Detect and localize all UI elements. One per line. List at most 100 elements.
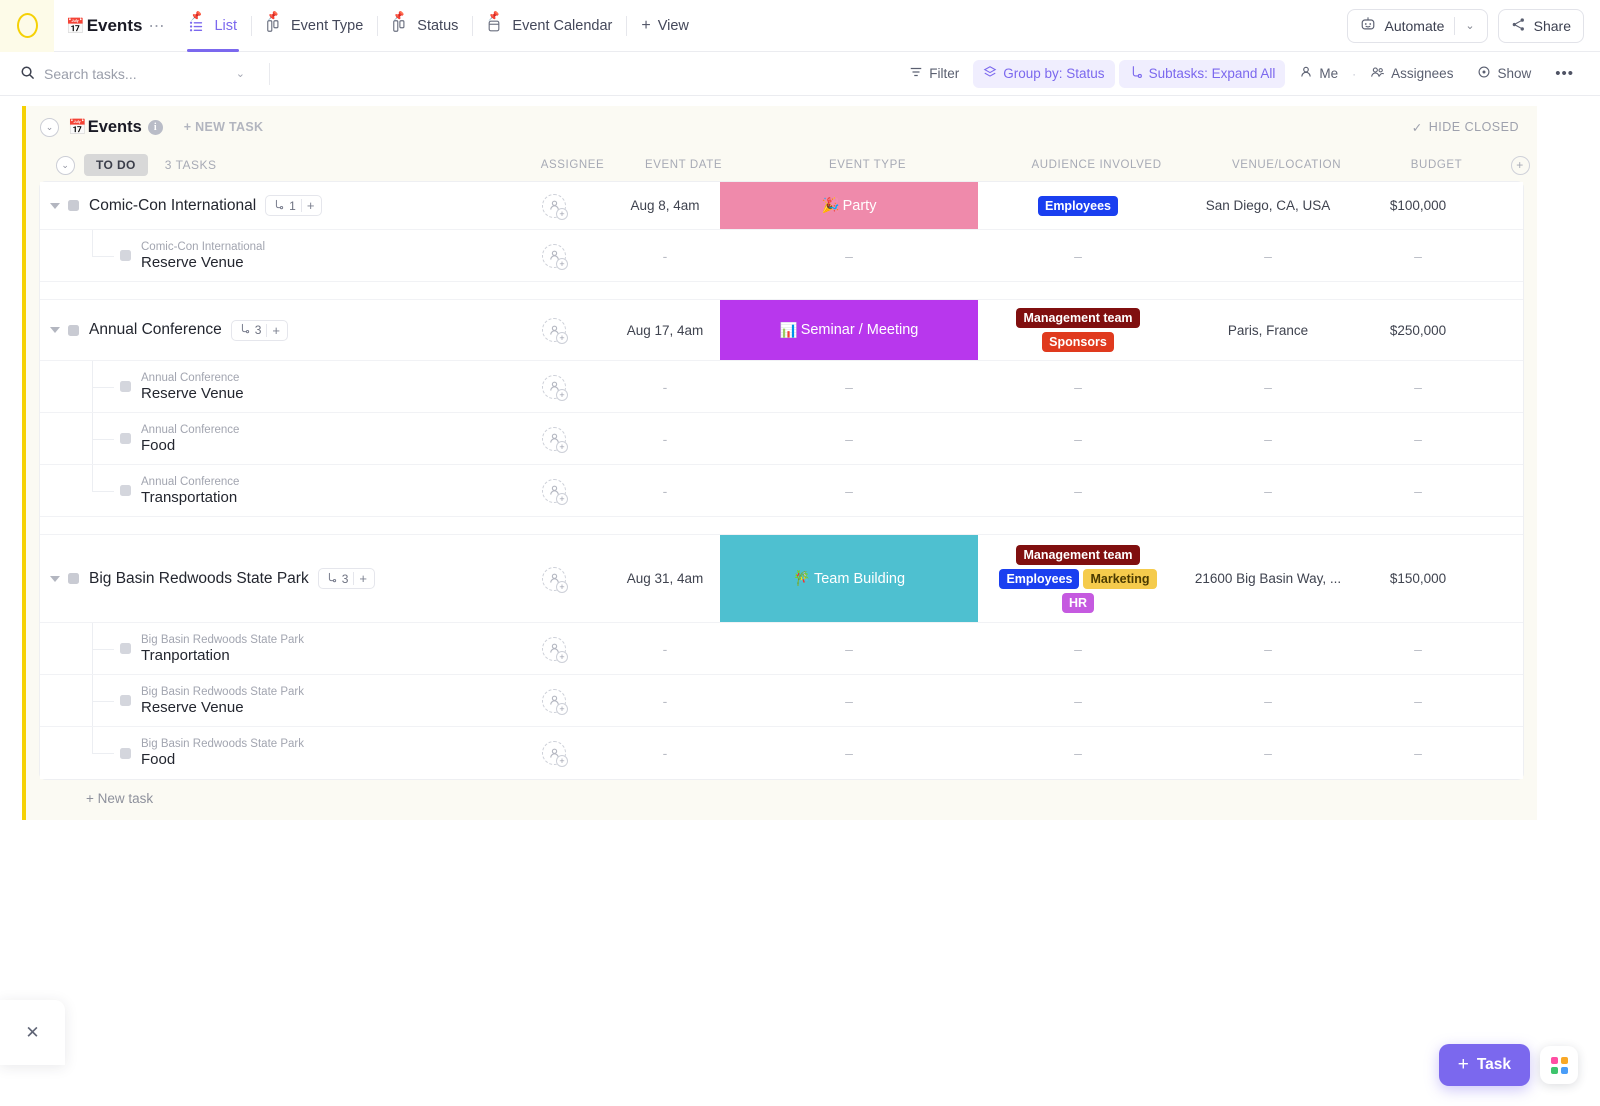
column-header-event-type[interactable]: EVENT TYPE <box>739 159 997 171</box>
event-type-cell[interactable]: – <box>720 230 978 281</box>
venue-cell[interactable]: – <box>1178 675 1358 726</box>
event-date-cell[interactable]: - <box>610 727 720 779</box>
subtasks-button[interactable]: Subtasks: Expand All <box>1118 59 1286 88</box>
new-task-header-button[interactable]: + NEW TASK <box>184 120 264 134</box>
event-type-cell[interactable]: – <box>720 465 978 516</box>
task-checkbox[interactable] <box>68 324 79 336</box>
event-date-cell[interactable]: - <box>610 230 720 281</box>
column-header-assignee[interactable]: ASSIGNEE <box>517 159 629 171</box>
audience-cell[interactable]: – <box>978 675 1178 726</box>
show-button[interactable]: Show <box>1467 60 1541 88</box>
more-options-button[interactable]: ••• <box>1545 60 1584 88</box>
subtask-name-cell[interactable]: Big Basin Redwoods State Park Reserve Ve… <box>40 675 498 726</box>
table-row[interactable]: Big Basin Redwoods State Park 3 + + Aug … <box>40 535 1523 623</box>
info-icon[interactable]: i <box>147 119 163 135</box>
add-assignee-icon[interactable]: + <box>542 688 568 715</box>
expand-caret-icon[interactable] <box>50 202 60 209</box>
budget-cell[interactable]: – <box>1358 361 1478 412</box>
audience-cell[interactable]: – <box>978 465 1178 516</box>
create-task-button[interactable]: + Task <box>1438 1044 1530 1086</box>
assignee-cell[interactable]: + <box>498 535 610 622</box>
subtask-count-badge[interactable]: 3 + <box>230 319 288 341</box>
close-icon[interactable]: ✕ <box>25 1023 39 1043</box>
audience-tag[interactable]: Marketing <box>1083 568 1157 589</box>
table-row[interactable]: Annual Conference Food + - – – – – <box>40 413 1523 465</box>
assignee-cell[interactable]: + <box>498 182 610 229</box>
add-view-button[interactable]: + View <box>627 0 703 52</box>
audience-tag[interactable]: HR <box>1061 592 1095 613</box>
new-task-footer-button[interactable]: + New task <box>26 779 1537 806</box>
add-assignee-icon[interactable]: + <box>542 478 568 505</box>
table-row[interactable]: Comic-Con International 1 + + Aug 8, 4am… <box>40 182 1523 230</box>
add-assignee-icon[interactable]: + <box>542 636 568 663</box>
apps-grid-button[interactable] <box>1540 1046 1578 1084</box>
subtask-checkbox[interactable] <box>120 433 131 444</box>
budget-cell[interactable]: – <box>1358 675 1478 726</box>
task-checkbox[interactable] <box>68 573 79 584</box>
add-subtask-icon[interactable]: + <box>272 323 280 338</box>
subtask-name-cell[interactable]: Big Basin Redwoods State Park Tranportat… <box>40 623 498 674</box>
assignee-cell[interactable]: + <box>498 300 610 360</box>
audience-tag[interactable]: Management team <box>1016 308 1140 328</box>
task-name-cell[interactable]: Annual Conference 3 + <box>40 300 498 360</box>
budget-cell[interactable]: – <box>1358 413 1478 464</box>
subtask-name-cell[interactable]: Annual Conference Food <box>40 413 498 464</box>
add-assignee-icon[interactable]: + <box>542 193 568 220</box>
tab-status[interactable]: 📌 Status <box>378 0 472 52</box>
table-row[interactable]: Big Basin Redwoods State Park Tranportat… <box>40 623 1523 675</box>
automate-button[interactable]: Automate ⌄ <box>1347 8 1488 43</box>
event-date-cell[interactable]: Aug 8, 4am <box>610 182 720 229</box>
venue-cell[interactable]: – <box>1178 413 1358 464</box>
subtask-checkbox[interactable] <box>120 747 131 759</box>
subtask-name-cell[interactable]: Annual Conference Reserve Venue <box>40 361 498 412</box>
audience-cell[interactable]: – <box>978 230 1178 281</box>
subtask-checkbox[interactable] <box>120 695 131 706</box>
task-checkbox[interactable] <box>68 200 79 211</box>
column-header-budget[interactable]: BUDGET <box>1377 159 1497 171</box>
share-button[interactable]: Share <box>1497 8 1584 43</box>
venue-cell[interactable]: 21600 Big Basin Way, ... <box>1178 535 1358 622</box>
audience-tag[interactable]: Employees <box>1037 195 1118 216</box>
venue-cell[interactable]: – <box>1178 465 1358 516</box>
collapse-list-icon[interactable]: ⌄ <box>40 117 59 137</box>
space-title[interactable]: 📅 Events <box>66 16 142 36</box>
chevron-down-icon[interactable]: ⌄ <box>1465 19 1474 32</box>
event-date-cell[interactable]: - <box>610 623 720 674</box>
event-date-cell[interactable]: - <box>610 413 720 464</box>
venue-cell[interactable]: – <box>1178 623 1358 674</box>
budget-cell[interactable]: – <box>1358 623 1478 674</box>
audience-cell[interactable]: Management team Sponsors <box>978 300 1178 360</box>
tab-event-type[interactable]: 📌 Event Type <box>252 0 377 52</box>
expand-caret-icon[interactable] <box>50 575 60 582</box>
audience-cell[interactable]: Management team Employees Marketing HR <box>978 535 1178 622</box>
add-assignee-icon[interactable]: + <box>542 243 568 270</box>
event-type-cell[interactable]: – <box>720 413 978 464</box>
assignee-cell[interactable]: + <box>498 623 610 674</box>
event-date-cell[interactable]: - <box>610 465 720 516</box>
event-date-cell[interactable]: - <box>610 675 720 726</box>
add-assignee-icon[interactable]: + <box>542 374 568 401</box>
budget-cell[interactable]: $100,000 <box>1358 182 1478 229</box>
venue-cell[interactable]: San Diego, CA, USA <box>1178 182 1358 229</box>
collapse-group-icon[interactable]: ⌄ <box>56 155 75 175</box>
event-type-cell[interactable]: 🎋 Team Building <box>720 535 978 622</box>
audience-tag[interactable]: Sponsors <box>1042 332 1114 352</box>
column-header-event-date[interactable]: EVENT DATE <box>629 159 739 171</box>
assignee-cell[interactable]: + <box>498 727 610 779</box>
tab-list[interactable]: 📌 List <box>175 0 251 52</box>
subtask-name-cell[interactable]: Annual Conference Transportation <box>40 465 498 516</box>
table-row[interactable]: Annual Conference Reserve Venue + - – – … <box>40 361 1523 413</box>
budget-cell[interactable]: – <box>1358 727 1478 779</box>
add-subtask-icon[interactable]: + <box>359 571 367 586</box>
audience-cell[interactable]: Employees <box>978 182 1178 229</box>
list-title[interactable]: 📅 Events i <box>68 118 163 137</box>
table-row[interactable]: Big Basin Redwoods State Park Food + - –… <box>40 727 1523 779</box>
add-assignee-icon[interactable]: + <box>542 318 568 344</box>
tab-event-calendar[interactable]: 📌 Event Calendar <box>473 0 626 52</box>
subtask-checkbox[interactable] <box>120 643 131 654</box>
add-column-button[interactable]: + <box>1510 155 1530 175</box>
event-type-cell[interactable]: – <box>720 727 978 779</box>
subtask-checkbox[interactable] <box>120 485 131 496</box>
add-assignee-icon[interactable]: + <box>542 566 568 593</box>
assignees-button[interactable]: Assignees <box>1360 60 1463 88</box>
